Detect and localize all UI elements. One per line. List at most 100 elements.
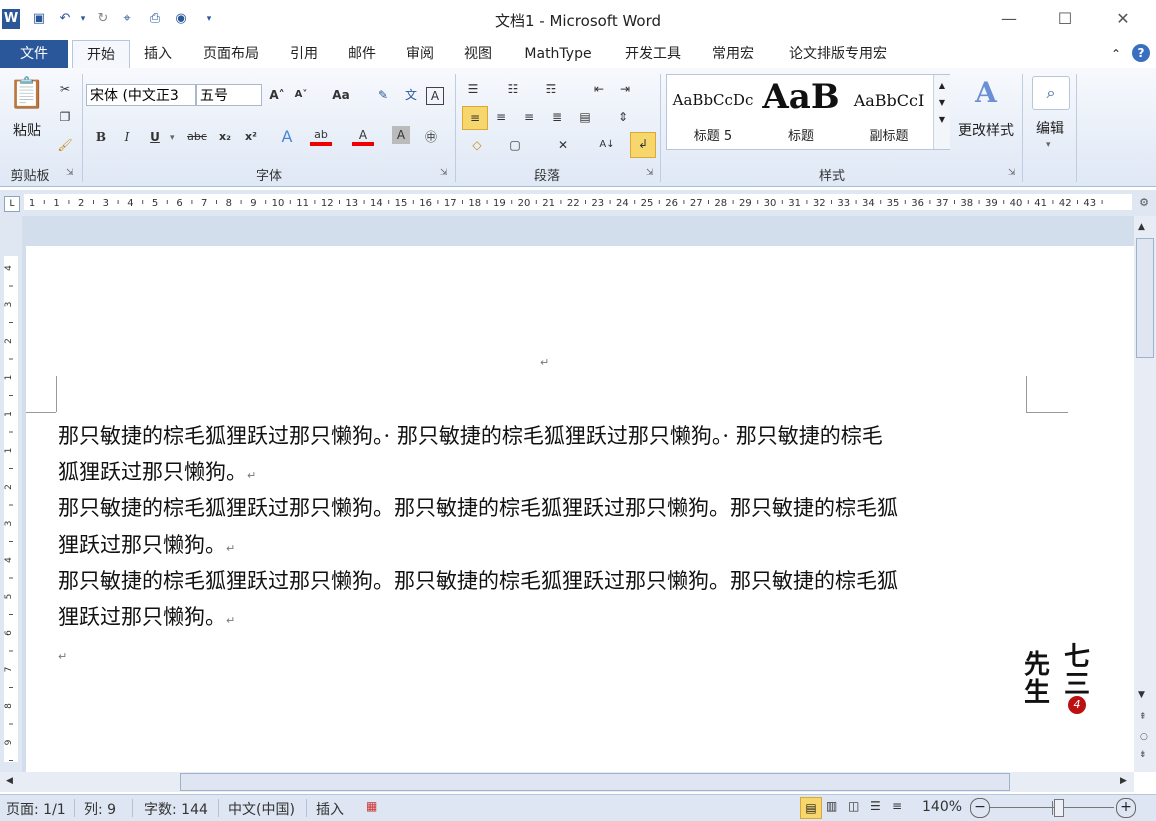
- body-line-5[interactable]: 那只敏捷的棕毛狐狸跃过那只懒狗。那只敏捷的棕毛狐狸跃过那只懒狗。那只敏捷的棕毛狐: [58, 565, 898, 595]
- tab-file[interactable]: 文件: [0, 40, 68, 68]
- horizontal-ruler[interactable]: 1 1 2 3 4 5 6 7 8 9 10 11 12 13 14 15 16 17 18 19 20 21 22 23 24…: [24, 194, 1132, 210]
- align-left-icon[interactable]: ≡: [462, 106, 488, 130]
- styles-scroll[interactable]: ▲ ▼ ▼: [933, 75, 950, 149]
- draft-icon[interactable]: ≡: [892, 799, 902, 813]
- justify-icon[interactable]: ≣: [546, 106, 568, 128]
- styles-launcher-icon[interactable]: ⇲: [1008, 168, 1016, 178]
- scroll-right-icon[interactable]: ▶: [1120, 776, 1127, 786]
- tab-insert[interactable]: 插入: [134, 40, 182, 68]
- shading-icon[interactable]: ◇: [466, 134, 488, 156]
- editing-button[interactable]: 编辑: [1028, 118, 1072, 138]
- body-line-6[interactable]: 狸跃过那只懒狗。↵: [58, 601, 235, 631]
- insert-mode[interactable]: 插入: [316, 799, 344, 819]
- character-border-icon[interactable]: A: [426, 87, 444, 105]
- text-effects-icon[interactable]: A: [276, 126, 298, 148]
- tab-page-layout[interactable]: 页面布局: [194, 40, 268, 68]
- scroll-left-icon[interactable]: ◀: [6, 776, 13, 786]
- paste-icon[interactable]: 📋: [8, 76, 46, 116]
- align-center-icon[interactable]: ≡: [490, 106, 512, 128]
- grow-font-button[interactable]: A˄: [266, 84, 288, 106]
- sort-icon[interactable]: A↓: [596, 134, 618, 156]
- tab-developer[interactable]: 开发工具: [614, 40, 692, 68]
- body-line-3[interactable]: 那只敏捷的棕毛狐狸跃过那只懒狗。那只敏捷的棕毛狐狸跃过那只懒狗。那只敏捷的棕毛狐: [58, 492, 898, 522]
- tab-mailings[interactable]: 邮件: [338, 40, 386, 68]
- macro-record-icon[interactable]: ▦: [366, 799, 377, 813]
- scroll-down-icon[interactable]: ▼: [1138, 690, 1145, 700]
- chevron-up-icon[interactable]: ▲: [934, 81, 950, 90]
- style-heading5[interactable]: AaBbCcDc 标题 5: [669, 75, 757, 149]
- vertical-scroll-thumb[interactable]: [1136, 238, 1154, 358]
- full-screen-reading-icon[interactable]: ▥: [826, 799, 837, 813]
- font-color-icon[interactable]: A: [352, 124, 374, 146]
- copy-icon[interactable]: ❐: [54, 106, 76, 128]
- zoom-level[interactable]: 140%: [922, 799, 962, 815]
- font-size-combo[interactable]: 五号: [196, 84, 262, 106]
- subscript-button[interactable]: x₂: [214, 126, 236, 148]
- show-marks-icon[interactable]: ↲: [630, 132, 656, 158]
- font-launcher-icon[interactable]: ⇲: [440, 168, 448, 178]
- zoom-slider-thumb[interactable]: [1054, 799, 1064, 817]
- web-layout-icon[interactable]: ◫: [848, 799, 859, 813]
- minimize-button[interactable]: —: [994, 8, 1024, 30]
- align-right-icon[interactable]: ≡: [518, 106, 540, 128]
- bullets-icon[interactable]: ☰: [462, 78, 484, 100]
- decrease-indent-icon[interactable]: ⇤: [588, 78, 610, 100]
- shrink-font-button[interactable]: A˅: [290, 84, 312, 106]
- paste-button[interactable]: 粘贴: [8, 120, 46, 140]
- maximize-button[interactable]: ☐: [1050, 8, 1080, 30]
- horizontal-scroll-thumb[interactable]: [180, 773, 1010, 791]
- zoom-in-button[interactable]: +: [1116, 798, 1136, 818]
- phonetic-guide-icon[interactable]: 文: [400, 84, 422, 106]
- tab-selector[interactable]: L: [4, 196, 20, 212]
- change-styles-icon[interactable]: A: [966, 76, 1006, 109]
- clipboard-launcher-icon[interactable]: ⇲: [66, 168, 74, 178]
- language-indicator[interactable]: 中文(中国): [228, 799, 295, 819]
- outline-icon[interactable]: ☰: [870, 799, 881, 813]
- enclose-characters-icon[interactable]: ㊥: [420, 126, 442, 148]
- superscript-button[interactable]: x²: [240, 126, 262, 148]
- change-case-button[interactable]: Aa: [326, 84, 356, 106]
- next-page-icon[interactable]: ⇟: [1139, 750, 1147, 760]
- style-title[interactable]: AaB 标题: [757, 75, 845, 149]
- font-name-combo[interactable]: 宋体 (中文正3: [86, 84, 196, 106]
- help-icon[interactable]: ?: [1132, 44, 1150, 62]
- tab-mathtype[interactable]: MathType: [514, 40, 602, 68]
- change-styles-button[interactable]: 更改样式: [952, 120, 1020, 140]
- find-binoculars-icon[interactable]: ⌕: [1032, 76, 1070, 110]
- close-button[interactable]: ✕: [1108, 8, 1138, 30]
- editing-dropdown-icon[interactable]: ▾: [1046, 140, 1051, 150]
- page-indicator[interactable]: 页面: 1/1: [6, 799, 66, 819]
- tab-view[interactable]: 视图: [454, 40, 502, 68]
- highlight-icon[interactable]: ab: [310, 124, 332, 146]
- minimize-ribbon-icon[interactable]: ⌃: [1106, 40, 1126, 68]
- previous-page-icon[interactable]: ⇞: [1139, 712, 1147, 722]
- increase-indent-icon[interactable]: ⇥: [614, 78, 636, 100]
- underline-dropdown-icon[interactable]: ▾: [170, 133, 175, 143]
- tab-review[interactable]: 审阅: [396, 40, 444, 68]
- tab-thesis-macros[interactable]: 论文排版专用宏: [776, 40, 900, 68]
- numbering-icon[interactable]: ☷: [502, 78, 524, 100]
- select-browse-object-icon[interactable]: ○: [1140, 732, 1148, 742]
- multilevel-list-icon[interactable]: ☶: [540, 78, 562, 100]
- chevron-down-icon[interactable]: ▼: [934, 98, 950, 107]
- underline-button[interactable]: U: [144, 126, 166, 148]
- cut-icon[interactable]: ✂: [54, 78, 76, 100]
- print-layout-icon[interactable]: ▤: [800, 797, 822, 819]
- distributed-icon[interactable]: ▤: [574, 106, 596, 128]
- character-shading-icon[interactable]: A: [392, 126, 410, 144]
- body-line-2[interactable]: 狐狸跃过那只懒狗。↵: [58, 456, 256, 486]
- format-painter-icon[interactable]: 🖌: [54, 134, 76, 156]
- tab-common-macros[interactable]: 常用宏: [702, 40, 764, 68]
- paragraph-launcher-icon[interactable]: ⇲: [646, 168, 654, 178]
- more-styles-icon[interactable]: ▼: [934, 115, 950, 124]
- strikethrough-button[interactable]: abc: [184, 126, 210, 148]
- tab-references[interactable]: 引用: [280, 40, 328, 68]
- italic-button[interactable]: I: [116, 126, 138, 148]
- chinese-layout-icon[interactable]: ✕: [552, 134, 574, 156]
- clear-format-icon[interactable]: ✎: [372, 84, 394, 106]
- borders-icon[interactable]: ▢: [504, 134, 526, 156]
- line-spacing-icon[interactable]: ⇕: [612, 106, 634, 128]
- zoom-out-button[interactable]: −: [970, 798, 990, 818]
- column-indicator[interactable]: 列: 9: [84, 799, 116, 819]
- style-subtitle[interactable]: AaBbCcI 副标题: [845, 75, 933, 149]
